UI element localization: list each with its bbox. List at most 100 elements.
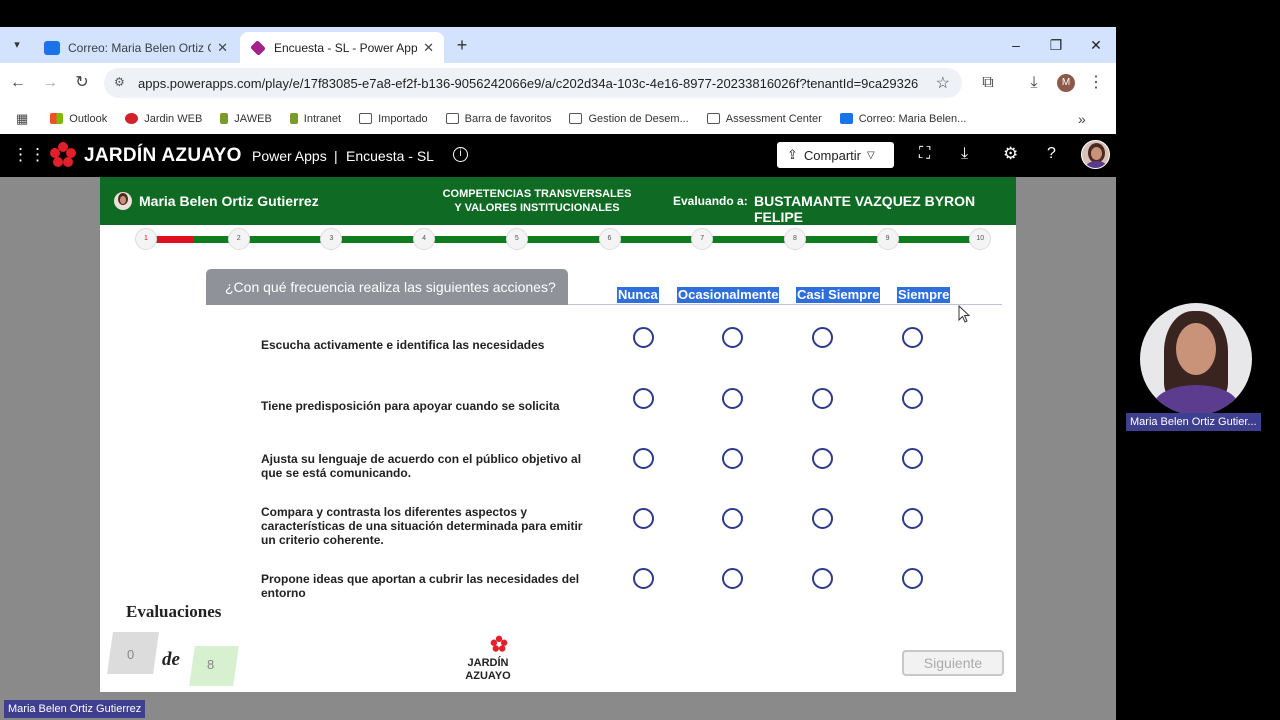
radio-ocasionalmente[interactable] [722, 388, 743, 409]
forward-icon[interactable]: → [40, 73, 60, 93]
radio-casi-siempre[interactable] [812, 388, 833, 409]
restore-icon[interactable]: ❐ [1046, 35, 1066, 55]
bookmark-intranet[interactable]: Intranet [289, 112, 342, 125]
microsoft-icon [50, 113, 64, 124]
header-underline [568, 304, 1002, 305]
fit-screen-icon[interactable]: ⛶ [919, 145, 930, 163]
footer-brand-line2: AZUAYO [465, 670, 511, 682]
extensions-icon[interactable]: ⧉ [978, 73, 998, 93]
folder-icon [569, 113, 583, 124]
radio-siempre[interactable] [902, 568, 923, 589]
radio-siempre[interactable] [902, 327, 923, 348]
bookmark-label: Importado [378, 112, 428, 125]
bookmark-jaweb[interactable]: JAWEB [220, 113, 272, 125]
bookmark-label: Jardin WEB [144, 112, 203, 125]
bookmark-assessment[interactable]: Assessment Center [706, 112, 822, 125]
profile-avatar[interactable]: M [1057, 74, 1075, 92]
address-bar-row: ← → ↻ ⚙ apps.powerapps.com/play/e/17f830… [0, 63, 1116, 103]
radio-siempre[interactable] [902, 388, 923, 409]
bookmark-gestion[interactable]: Gestion de Desem... [569, 112, 689, 125]
radio-casi-siempre[interactable] [812, 327, 833, 348]
radio-ocasionalmente[interactable] [722, 508, 743, 529]
radio-nunca[interactable] [633, 448, 654, 469]
progress-step: 1 [135, 228, 157, 250]
bookmark-outlook[interactable]: Outlook [50, 113, 107, 125]
bookmark-star-icon[interactable]: ☆ [936, 73, 950, 93]
product-name: Power Apps [252, 148, 327, 164]
tab-search-button[interactable]: ▾ [8, 36, 26, 54]
question-line-1: Ajusta su lenguaje de acuerdo con el púb… [261, 452, 582, 466]
url-text: apps.powerapps.com/play/e/17f83085-e7a8-… [138, 75, 918, 91]
user-avatar [114, 192, 132, 210]
option-header-casi-siempre: Casi Siempre [796, 287, 881, 303]
bookmark-label: Intranet [303, 112, 342, 125]
apps-grid-icon[interactable]: ▦ [16, 111, 28, 127]
share-icon: ⇪ [787, 147, 798, 162]
help-icon[interactable]: ? [1047, 145, 1056, 163]
question-line-1: Propone ideas que aportan a cubrir las n… [261, 572, 580, 586]
more-bookmarks-icon[interactable]: » [1078, 111, 1086, 127]
outlook-tab-icon [44, 40, 60, 55]
radio-ocasionalmente[interactable] [722, 327, 743, 348]
next-button[interactable]: Siguiente [902, 650, 1004, 676]
question-line-2: entorno [261, 586, 306, 600]
site-info-icon[interactable]: ⚙ [114, 75, 125, 89]
address-bar[interactable]: ⚙ apps.powerapps.com/play/e/17f83085-e7a… [104, 68, 962, 98]
user-avatar[interactable] [1081, 140, 1110, 169]
question-text: Escucha activamente e identifica las nec… [261, 338, 544, 352]
minimize-icon[interactable]: – [1006, 35, 1026, 55]
radio-nunca[interactable] [633, 388, 654, 409]
question-text: Compara y contrasta los diferentes aspec… [261, 505, 582, 547]
radio-nunca[interactable] [633, 327, 654, 348]
info-icon[interactable]: i [453, 147, 468, 162]
share-button[interactable]: ⇪ Compartir ▽ [777, 142, 894, 168]
radio-casi-siempre[interactable] [812, 448, 833, 469]
download-icon[interactable]: ⤓ [961, 145, 968, 163]
app-name: Encuesta - SL [346, 148, 434, 164]
evaluator-name: Maria Belen Ortiz Gutierrez [139, 193, 319, 209]
close-window-icon[interactable]: ✕ [1086, 35, 1106, 55]
separator: | [334, 148, 338, 164]
participant-name: Maria Belen Ortiz Gutier... [1126, 413, 1261, 431]
bookmark-label: Outlook [69, 112, 108, 125]
powerapps-header: ⋮⋮⋮ JARDÍN AZUAYO Power Apps | Encuesta … [0, 134, 1116, 177]
new-tab-button[interactable]: + [452, 35, 472, 55]
section-title-line2: Y VALORES INSTITUCIONALES [454, 202, 620, 214]
radio-ocasionalmente[interactable] [722, 568, 743, 589]
footer-brand: JARDÍN AZUAYO [462, 657, 514, 683]
question-line-1: Tiene predisposición para apoyar cuando … [261, 399, 560, 413]
back-icon[interactable]: ← [8, 73, 28, 93]
radio-ocasionalmente[interactable] [722, 448, 743, 469]
progress-step: 8 [783, 228, 806, 250]
close-icon[interactable]: ✕ [423, 40, 434, 56]
radio-casi-siempre[interactable] [812, 508, 833, 529]
share-label: Compartir [803, 147, 861, 163]
bookmark-importado[interactable]: Importado [359, 113, 428, 125]
evaluations-total: 8 [207, 657, 215, 672]
tab-title: Encuesta - SL - Power Apps [274, 40, 418, 55]
settings-gear-icon[interactable]: ⚙ [1003, 144, 1018, 164]
close-icon[interactable]: ✕ [217, 40, 228, 56]
radio-nunca[interactable] [633, 568, 654, 589]
bookmark-jardin-web[interactable]: Jardin WEB [125, 113, 202, 125]
radio-casi-siempre[interactable] [812, 568, 833, 589]
footer-brand-line1: JARDÍN [467, 657, 509, 669]
bookmark-label: Assessment Center [725, 112, 822, 125]
radio-nunca[interactable] [633, 508, 654, 529]
bookmark-label: Gestion de Desem... [588, 112, 689, 125]
bookmark-correo[interactable]: Correo: Maria Belen... [839, 113, 966, 125]
evaluated-name: BUSTAMANTE VAZQUEZ BYRON FELIPE [754, 193, 976, 225]
downloads-icon[interactable]: ⤓ [1024, 73, 1044, 93]
question-line-1: Escucha activamente e identifica las nec… [261, 338, 545, 352]
progress-track [146, 236, 982, 243]
tab-encuesta[interactable]: Encuesta - SL - Power Apps ✕ [240, 32, 444, 63]
bookmark-label: JAWEB [234, 112, 272, 125]
bookmark-barra-favoritos[interactable]: Barra de favoritos [445, 113, 551, 125]
reload-icon[interactable]: ↻ [72, 73, 92, 93]
menu-icon[interactable]: ⋮ [1086, 73, 1106, 93]
brand-flower-icon [49, 141, 77, 169]
progress-step: 4 [413, 228, 436, 250]
radio-siempre[interactable] [902, 508, 923, 529]
radio-siempre[interactable] [902, 448, 923, 469]
tab-correo[interactable]: Correo: Maria Belen Ortiz Gutie ✕ [34, 32, 238, 63]
